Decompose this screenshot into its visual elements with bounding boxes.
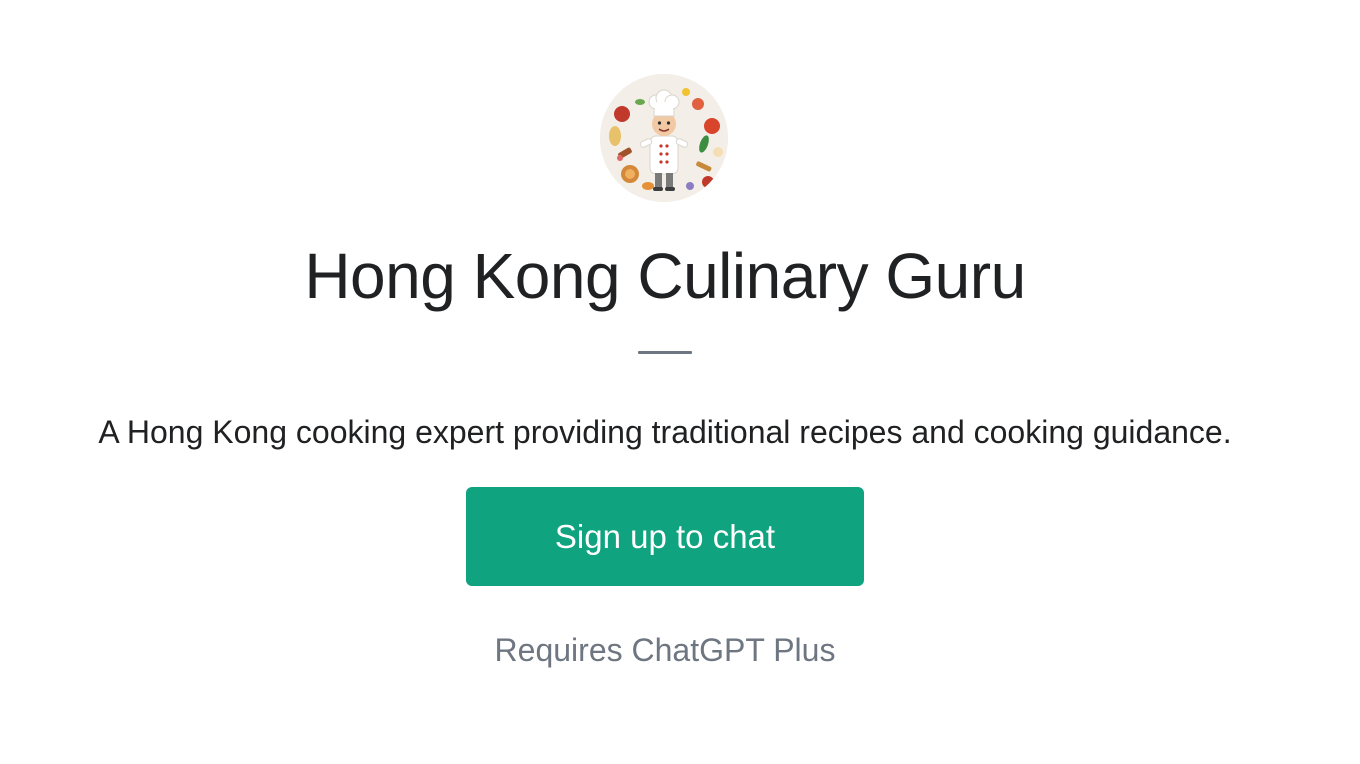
gpt-title: Hong Kong Culinary Guru xyxy=(304,240,1026,312)
sign-up-to-chat-button[interactable]: Sign up to chat xyxy=(466,487,864,586)
chef-illustration-icon xyxy=(600,74,728,202)
title-divider xyxy=(638,351,692,354)
plan-requirement-note: Requires ChatGPT Plus xyxy=(494,632,836,668)
gpt-description: A Hong Kong cooking expert providing tra… xyxy=(98,414,1232,450)
gpt-landing-page: Hong Kong Culinary Guru A Hong Kong cook… xyxy=(0,0,1360,764)
gpt-avatar xyxy=(600,74,728,202)
